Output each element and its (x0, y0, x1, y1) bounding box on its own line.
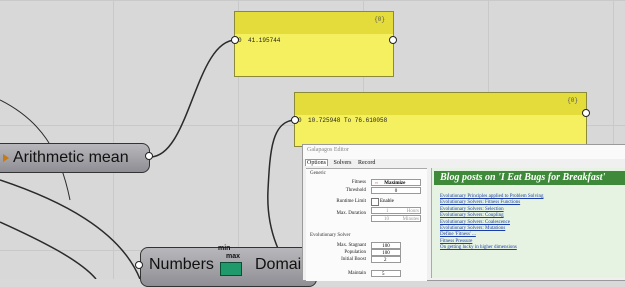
panel-input-grip[interactable] (291, 116, 299, 124)
input-arrow-icon (3, 154, 9, 162)
panel-header (235, 12, 393, 34)
galapagos-editor-window[interactable]: Galapagos Editor Options Solvers Record … (302, 144, 625, 281)
duration-minutes-field[interactable]: 10 Minutes (371, 215, 421, 222)
bounds-icon: min max (216, 245, 244, 277)
tab-strip: Options Solvers Record (305, 159, 379, 166)
section-generic: Generic (310, 171, 326, 176)
blog-link[interactable]: On getting lucky in higher dimensions (440, 245, 543, 251)
tab-options[interactable]: Options (305, 159, 329, 166)
window-title: Galapagos Editor (303, 145, 625, 159)
wire-left-2 (0, 221, 97, 279)
runtime-limit-label: Runtime Limit (336, 199, 366, 204)
tab-record[interactable]: Record (357, 160, 376, 166)
blog-heading: Blog posts on 'I Eat Bugs for Breakfast' (434, 171, 625, 185)
panel-output-grip[interactable] (582, 109, 590, 117)
population-field[interactable]: 100 (371, 249, 401, 256)
fitness-arrows-icon: ⇔ (374, 181, 379, 186)
panel-value: 10.725948 To 76.610058 (308, 117, 388, 124)
initial-boost-field[interactable]: 2 (371, 256, 401, 263)
wire-left-1 (0, 179, 141, 279)
runtime-enable-label: Enable (380, 199, 394, 204)
section-evolutionary: Evolutionary Solver (310, 233, 351, 238)
threshold-field[interactable]: 0 (371, 187, 421, 194)
component-label: Arithmetic mean (13, 149, 129, 166)
population-label: Population (344, 250, 366, 255)
component-input-grip[interactable] (135, 261, 143, 269)
blog-link-list: Evolutionary Principles applied to Probl… (440, 194, 543, 252)
arithmetic-mean-component[interactable]: Arithmetic mean (0, 143, 150, 173)
max-stagnant-label: Max. Stagnant (336, 243, 366, 248)
panel-mean-output[interactable]: {0} 0 41.195744 (234, 11, 394, 77)
max-stagnant-field[interactable]: 100 (371, 242, 401, 249)
component-output-grip[interactable] (145, 152, 153, 160)
fitness-label: Fitness (351, 180, 366, 185)
panel-value: 41.195744 (248, 37, 281, 44)
maintain-label: Maintain (347, 271, 366, 276)
runtime-enable-checkbox[interactable] (371, 198, 379, 206)
bounds-bar (220, 262, 242, 276)
blog-posts-panel: Blog posts on 'I Eat Bugs for Breakfast'… (431, 168, 625, 278)
panel-path-index: {0} (374, 16, 385, 23)
panel-input-grip[interactable] (231, 36, 239, 44)
panel-output-grip[interactable] (389, 36, 397, 44)
threshold-label: Threshold (345, 188, 366, 193)
max-duration-label: Max. Duration (336, 211, 366, 216)
wire-mean-to-panel (149, 39, 237, 158)
initial-boost-label: Initial Boost (341, 257, 366, 262)
maintain-field[interactable]: 5 (371, 270, 401, 277)
duration-hours-field[interactable]: 1 Hours (371, 207, 421, 214)
icon-max-label: max (226, 253, 241, 260)
icon-min-label: min (218, 245, 231, 252)
panel-domain-output[interactable]: {0} 0 10.725948 To 76.610058 (294, 92, 587, 147)
panel-path-index: {0} (567, 97, 578, 104)
panel-header (295, 93, 586, 115)
fitness-select[interactable]: ⇔ Maximize (371, 179, 421, 186)
tab-solvers[interactable]: Solvers (333, 160, 353, 166)
options-form: Generic Fitness ⇔ Maximize Threshold 0 R… (306, 168, 427, 281)
component-input-label: Numbers (149, 256, 214, 273)
